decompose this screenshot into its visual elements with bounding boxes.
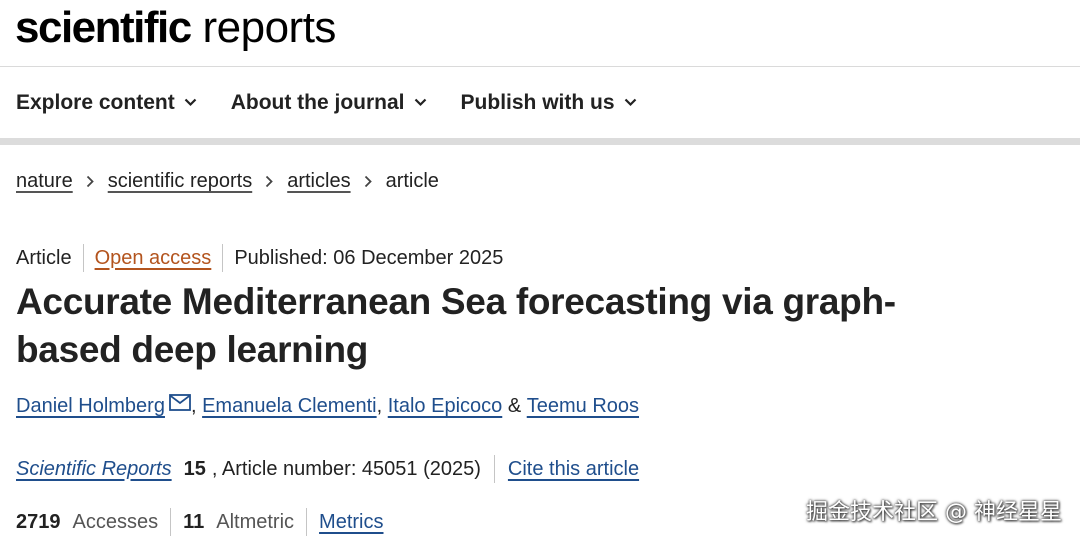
journal-logo[interactable]: scientific reports bbox=[15, 2, 336, 54]
nav-about-journal[interactable]: About the journal bbox=[231, 91, 427, 115]
article-meta: Article Open access Published: 06 Decemb… bbox=[16, 244, 503, 272]
article-metrics: 2719 Accesses 11 Altmetric Metrics bbox=[16, 508, 384, 536]
author-link[interactable]: Emanuela Clementi bbox=[202, 395, 377, 418]
author-separator: , bbox=[376, 395, 383, 417]
watermark: 掘金技术社区 @ 神经星星 bbox=[806, 500, 1062, 525]
journal-divider bbox=[493, 455, 495, 483]
breadcrumb-link-nature[interactable]: nature bbox=[16, 170, 73, 193]
breadcrumb-link-articles[interactable]: articles bbox=[287, 170, 350, 193]
author-ampersand: & bbox=[507, 395, 522, 417]
metrics-divider bbox=[306, 508, 308, 536]
journal-name-link[interactable]: Scientific Reports bbox=[16, 458, 172, 481]
author-link[interactable]: Daniel Holmberg bbox=[16, 395, 165, 418]
breadcrumb-link-scientific-reports[interactable]: scientific reports bbox=[108, 170, 253, 193]
nav-publish-with-us[interactable]: Publish with us bbox=[461, 91, 637, 115]
nav-about-label: About the journal bbox=[230, 90, 405, 114]
chevron-right-icon bbox=[364, 175, 373, 188]
article-type: Article bbox=[16, 246, 72, 269]
metrics-link[interactable]: Metrics bbox=[319, 511, 383, 534]
metrics-divider bbox=[170, 508, 172, 536]
author-separator: , bbox=[190, 395, 197, 417]
accesses-count: 2719 bbox=[16, 510, 61, 533]
author-link[interactable]: Italo Epicoco bbox=[388, 395, 503, 418]
chevron-down-icon bbox=[184, 98, 196, 107]
accesses-label: Accesses bbox=[72, 510, 159, 533]
mail-icon[interactable] bbox=[169, 394, 191, 411]
article-title: Accurate Mediterranean Sea forecasting v… bbox=[16, 281, 896, 370]
logo-light-text: reports bbox=[202, 3, 336, 52]
chevron-right-icon bbox=[265, 175, 274, 188]
journal-volume: 15 bbox=[183, 457, 206, 480]
open-access-link[interactable]: Open access bbox=[95, 247, 212, 270]
published-date: Published: 06 December 2025 bbox=[234, 246, 504, 269]
altmetric-count: 11 bbox=[183, 510, 205, 533]
author-list: Daniel Holmberg , Emanuela Clementi , It… bbox=[16, 394, 639, 418]
breadcrumb-current: article bbox=[385, 170, 439, 192]
author-link[interactable]: Teemu Roos bbox=[527, 395, 639, 418]
nav-divider bbox=[0, 138, 1080, 145]
logo-bold-text: scientific bbox=[15, 3, 192, 52]
site-header: scientific reports bbox=[0, 0, 1080, 67]
article-number: , Article number: 45051 (2025) bbox=[211, 457, 481, 480]
meta-divider bbox=[82, 244, 84, 272]
altmetric-label: Altmetric bbox=[216, 510, 295, 533]
nav-explore-content[interactable]: Explore content bbox=[16, 91, 197, 115]
chevron-right-icon bbox=[86, 175, 95, 188]
nav-publish-label: Publish with us bbox=[460, 90, 615, 114]
chevron-down-icon bbox=[624, 98, 636, 107]
nav-explore-label: Explore content bbox=[16, 90, 175, 114]
breadcrumb: nature scientific reports articles artic… bbox=[16, 170, 439, 193]
chevron-down-icon bbox=[414, 98, 426, 107]
meta-divider bbox=[222, 244, 224, 272]
cite-this-article-link[interactable]: Cite this article bbox=[508, 458, 639, 481]
main-nav: Explore content About the journal Publis… bbox=[0, 67, 1080, 138]
journal-citation: Scientific Reports 15 , Article number: … bbox=[16, 455, 639, 483]
